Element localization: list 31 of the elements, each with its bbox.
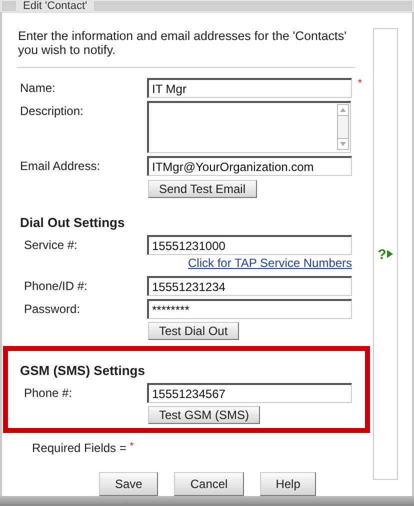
section-heading: GSM (SMS) Settings: [20, 363, 146, 378]
field-label: Phone #:: [24, 385, 74, 400]
field-label: Phone/ID #:: [24, 278, 88, 293]
test-button[interactable]: Test GSM (SMS): [148, 406, 260, 424]
input-field[interactable]: 15551231000: [147, 235, 352, 255]
help-mark[interactable]: ?: [378, 246, 386, 262]
intro-text: Enter the information and email addresses for the 'Contacts' you wish to notify.: [18, 29, 348, 57]
input-field[interactable]: ITMgr@YourOrganization.com: [147, 156, 352, 176]
scrollbar[interactable]: [337, 104, 349, 150]
window-title: Edit 'Contact': [22, 0, 88, 12]
required-mark: *: [358, 78, 362, 89]
field-label: Description:: [20, 103, 84, 118]
dialog-button[interactable]: Cancel: [174, 472, 244, 496]
dialog-button[interactable]: Save: [99, 472, 158, 496]
field-label: Name:: [20, 80, 56, 95]
field-label: Password:: [24, 301, 82, 316]
input-field[interactable]: 15551231234: [147, 276, 352, 296]
grip-pattern: [2, 1, 16, 11]
required-fields-note: Required Fields = *: [32, 441, 135, 455]
field-label: Service #:: [24, 237, 78, 252]
input-field[interactable]: ********: [147, 299, 352, 319]
input-field[interactable]: 15551234567: [147, 383, 352, 403]
field-label: Email Address:: [20, 158, 102, 173]
send-test-email-button[interactable]: Send Test Email: [148, 180, 256, 198]
caret-icon[interactable]: [387, 250, 394, 258]
input-field[interactable]: IT Mgr: [147, 78, 352, 98]
description-field[interactable]: [147, 101, 351, 153]
tap-numbers-link[interactable]: Click for TAP Service Numbers: [188, 256, 352, 270]
section-heading: Dial Out Settings: [20, 215, 126, 230]
dialog-button[interactable]: Help: [260, 472, 316, 496]
test-button[interactable]: Test Dial Out: [148, 322, 239, 340]
